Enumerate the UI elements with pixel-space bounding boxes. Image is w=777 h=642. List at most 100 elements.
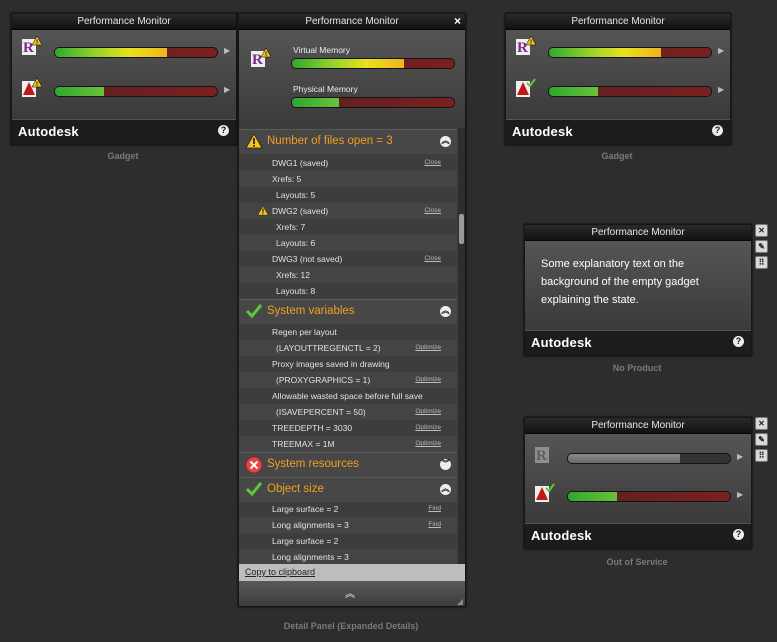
collapse-icon[interactable]: ︽: [440, 306, 451, 317]
list-item: Xrefs: 5: [239, 171, 457, 187]
close-link[interactable]: Close: [424, 255, 441, 262]
autocad-progress-bar: [548, 86, 712, 97]
help-icon[interactable]: ?: [733, 529, 744, 540]
close-button[interactable]: ×: [454, 14, 461, 28]
find-link[interactable]: Find: [428, 505, 441, 512]
list-item: Proxy images saved in drawing: [272, 359, 390, 369]
caption-gadget-right: Gadget: [601, 151, 633, 161]
autocad-check-icon[interactable]: [514, 77, 536, 99]
svg-text:R: R: [252, 52, 263, 68]
gadget-footer: Autodesk ?: [506, 119, 730, 144]
autocad-progress-bar: [54, 86, 218, 97]
list-item: TREEMAX = 1M Optimize: [239, 436, 457, 452]
resources-section-title: System resources: [267, 458, 360, 470]
caption-no-product: No Product: [612, 363, 662, 373]
svg-text:!: !: [265, 52, 267, 58]
wrench-icon[interactable]: ✎: [755, 240, 768, 253]
revit-warning-icon[interactable]: R !: [514, 35, 536, 57]
caption-gadget-left: Gadget: [107, 151, 139, 161]
list-item: Layouts: 8: [276, 286, 316, 296]
sysvar-section-title: System variables: [267, 305, 355, 317]
list-item: DWG1 (saved) Close: [272, 158, 441, 168]
autodesk-logo: Autodesk: [531, 335, 592, 350]
svg-text:R: R: [517, 40, 528, 56]
list-item: (LAYOUTTREGENCTL = 2) Optimize: [239, 340, 457, 356]
autocad-progress-bar: [567, 491, 731, 502]
copy-to-clipboard-link[interactable]: Copy to clipboard: [245, 567, 315, 577]
collapse-panel-icon[interactable]: ︽: [345, 585, 355, 600]
scrollbar[interactable]: [458, 128, 465, 564]
revit-disabled-icon[interactable]: R: [533, 443, 555, 465]
error-icon: [245, 456, 263, 474]
collapse-icon[interactable]: ︽: [440, 484, 451, 495]
revit-progress-bar: [54, 47, 218, 58]
physical-memory-bar: [291, 97, 455, 108]
close-link[interactable]: Close: [424, 159, 441, 166]
list-item: Large surface = 2: [272, 536, 339, 546]
list-item: Xrefs: 7: [276, 222, 306, 232]
out-of-service-gadget: Performance Monitor R ▶ ▶ Autodesk ?: [524, 417, 752, 549]
expand-arrow-icon[interactable]: ▶: [718, 46, 724, 55]
gadget-title: Performance Monitor: [506, 14, 730, 30]
drag-handle-icon[interactable]: ⠿: [755, 449, 768, 462]
revit-progress-bar: [548, 47, 712, 58]
close-icon[interactable]: ✕: [755, 417, 768, 430]
autocad-check-icon[interactable]: [533, 482, 555, 504]
list-item: Xrefs: 12: [239, 267, 457, 283]
help-icon[interactable]: ?: [712, 125, 723, 136]
autocad-warning-icon[interactable]: !: [20, 77, 42, 99]
gadget-footer: Autodesk ?: [525, 523, 751, 548]
gadget-title: Performance Monitor: [12, 14, 236, 30]
svg-text:R: R: [536, 448, 547, 464]
resources-section-header[interactable]: System resources ︾: [239, 452, 457, 477]
optimize-link[interactable]: Optimize: [415, 424, 441, 431]
revit-warning-icon[interactable]: R !: [20, 35, 42, 57]
gadget-right: Performance Monitor R ! ▶ ▶ Autodesk ?: [505, 13, 731, 145]
physical-memory-label: Physical Memory: [293, 84, 358, 94]
files-section-header[interactable]: Number of files open = 3 ︽: [239, 129, 457, 154]
revit-progress-bar: [567, 453, 731, 464]
no-product-gadget: Performance Monitor Some explanatory tex…: [524, 224, 752, 356]
objsize-section-header[interactable]: Object size ︽: [239, 477, 457, 502]
caption-out-of-service: Out of Service: [606, 557, 668, 567]
list-item: DWG2 (saved) Close: [239, 203, 457, 219]
warning-icon: [245, 133, 263, 149]
expand-arrow-icon[interactable]: ▶: [737, 452, 743, 461]
copy-bar: Copy to clipboard: [239, 564, 465, 581]
help-icon[interactable]: ?: [733, 336, 744, 347]
svg-text:!: !: [530, 40, 532, 46]
autodesk-logo: Autodesk: [18, 124, 79, 139]
collapse-icon[interactable]: ︽: [440, 136, 451, 147]
optimize-link[interactable]: Optimize: [415, 440, 441, 447]
list-item: Long alignments = 3: [239, 549, 457, 564]
drag-handle-icon[interactable]: ⠿: [755, 256, 768, 269]
list-item: (PROXYGRAPHICS = 1) Optimize: [239, 372, 457, 388]
optimize-link[interactable]: Optimize: [415, 408, 441, 415]
svg-text:R: R: [23, 40, 34, 56]
expand-arrow-icon[interactable]: ▶: [737, 490, 743, 499]
find-link[interactable]: Find: [428, 521, 441, 528]
optimize-link[interactable]: Optimize: [415, 344, 441, 351]
svg-text:!: !: [36, 40, 38, 46]
close-icon[interactable]: ✕: [755, 224, 768, 237]
svg-text:!: !: [36, 82, 38, 88]
close-link[interactable]: Close: [424, 207, 441, 214]
sysvar-section-header[interactable]: System variables ︽: [239, 299, 457, 324]
expand-icon[interactable]: ︾: [440, 459, 451, 470]
caption-detail-panel: Detail Panel (Expanded Details): [283, 621, 419, 631]
files-section-title: Number of files open = 3: [267, 135, 393, 147]
expand-arrow-icon[interactable]: ▶: [224, 46, 230, 55]
resize-grip-icon[interactable]: ◢: [457, 597, 463, 606]
empty-state-message: Some explanatory text on the background …: [541, 258, 699, 306]
help-icon[interactable]: ?: [218, 125, 229, 136]
optimize-link[interactable]: Optimize: [415, 376, 441, 383]
virtual-memory-label: Virtual Memory: [293, 45, 350, 55]
wrench-icon[interactable]: ✎: [755, 433, 768, 446]
checkmark-icon: [245, 304, 263, 319]
list-item: Layouts: 5: [276, 190, 316, 200]
expand-arrow-icon[interactable]: ▶: [224, 85, 230, 94]
expand-arrow-icon[interactable]: ▶: [718, 85, 724, 94]
scrollbar-thumb[interactable]: [459, 214, 464, 244]
gadget-left: Performance Monitor R ! ▶ ! ▶ Autodesk ?: [11, 13, 237, 145]
gadget-title: Performance Monitor: [525, 418, 751, 434]
